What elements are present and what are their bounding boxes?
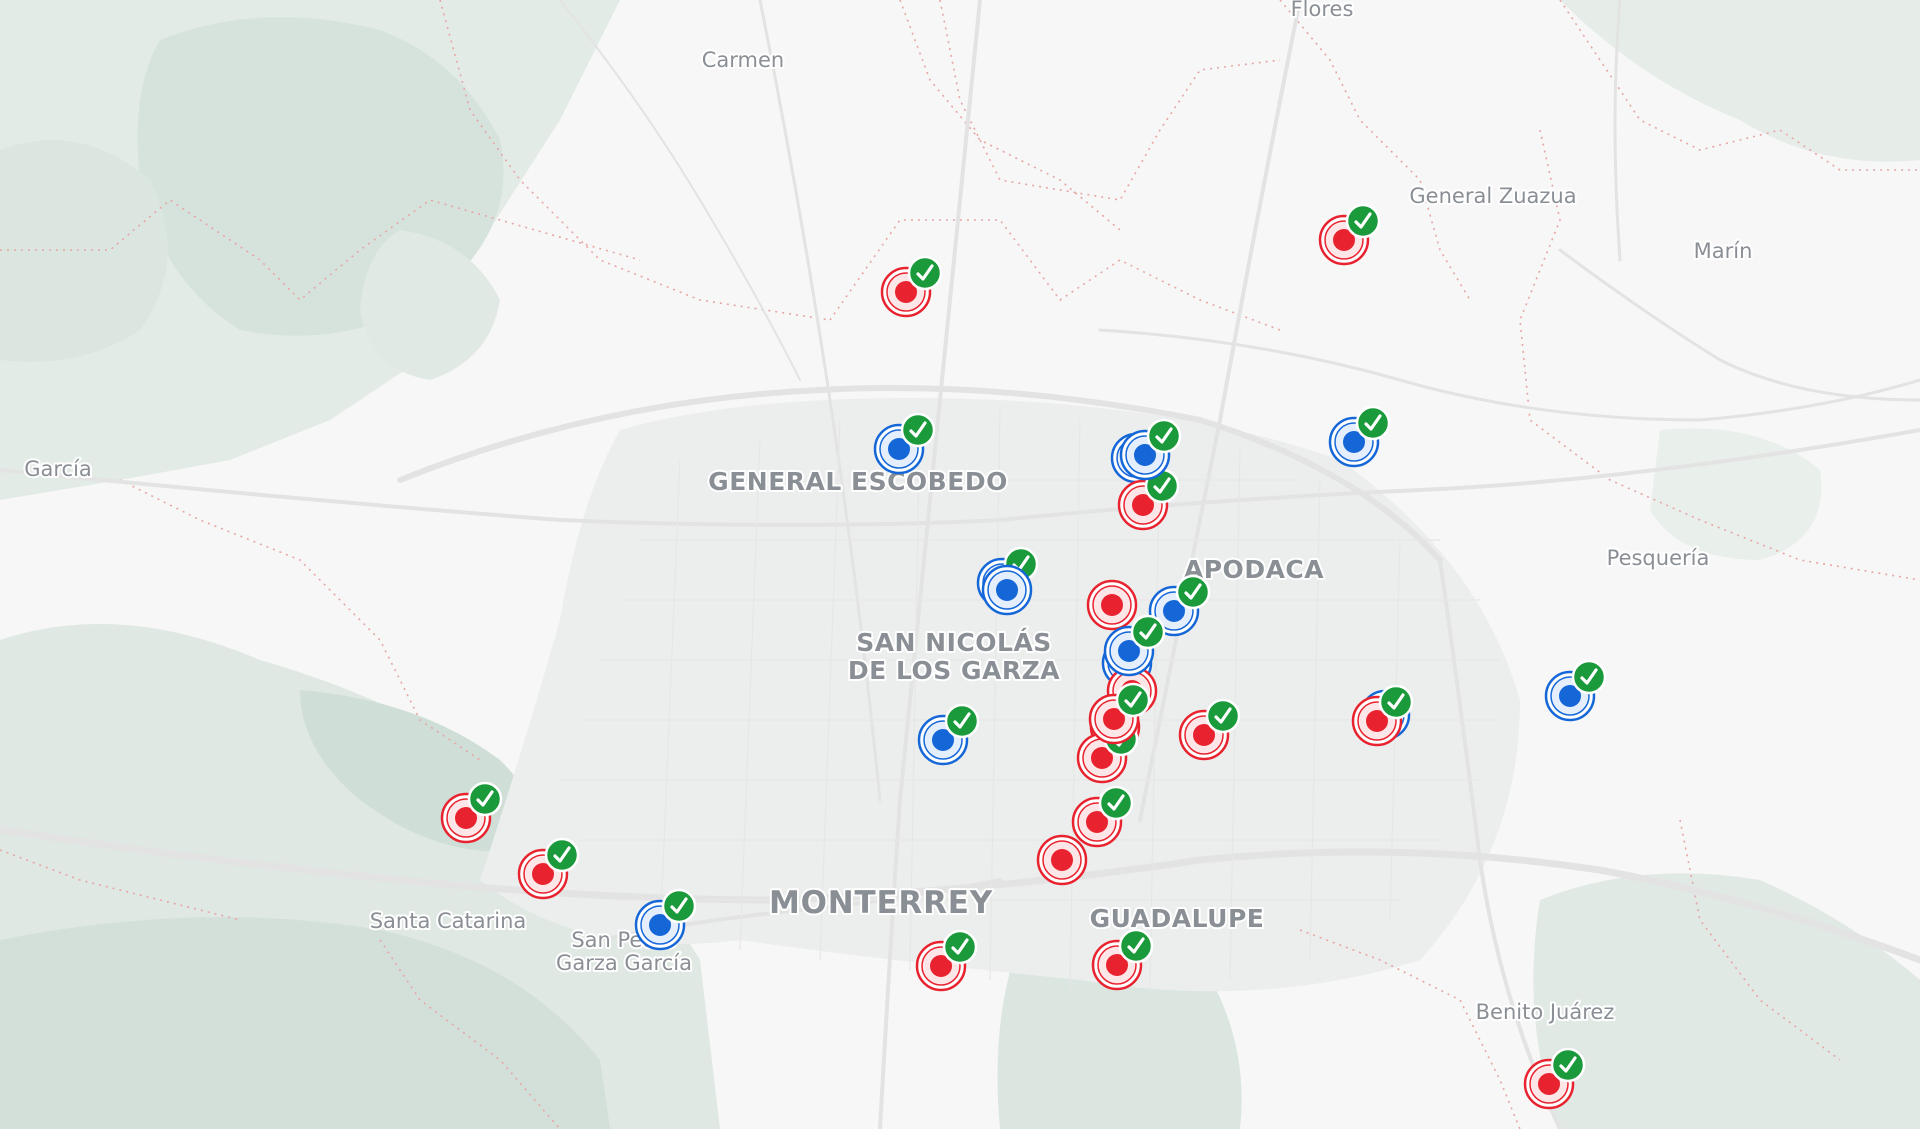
check-badge-icon [1355,405,1391,441]
check-badge-icon [1205,698,1241,734]
label-san-nicolas: SAN NICOLÁS [856,628,1052,657]
check-badge-icon [942,929,978,965]
check-badge-icon [1118,928,1154,964]
check-badge-icon [1115,682,1151,718]
check-badge-icon [467,781,503,817]
label-monterrey: MONTERREY [769,885,993,921]
check-badge-icon [1130,614,1166,650]
label-marin: Marín [1694,239,1753,263]
label-san-nicolas-2: DE LOS GARZA [848,656,1060,685]
check-badge-icon [1571,659,1607,695]
label-pesqueria: Pesquería [1607,546,1710,570]
red-location-marker[interactable] [1086,579,1138,631]
label-general-zuazua: General Zuazua [1409,184,1576,208]
blue-location-marker[interactable] [981,564,1033,616]
check-badge-icon [900,412,936,448]
label-santa-catarina: Santa Catarina [370,909,527,933]
label-flores: Flores [1291,0,1354,21]
check-badge-icon [1098,785,1134,821]
check-badge-icon [907,255,943,291]
red-location-marker[interactable] [1036,834,1088,886]
check-badge-icon [1550,1047,1586,1083]
map-canvas[interactable]: Carmen Flores General Zuazua Marín Garcí… [0,0,1920,1129]
check-badge-icon [1378,684,1414,720]
marker-dot [996,579,1018,601]
check-badge-icon [944,703,980,739]
check-badge-icon [1175,574,1211,610]
label-benito-juarez: Benito Juárez [1476,1000,1615,1024]
label-general-escobedo: GENERAL ESCOBEDO [708,467,1008,496]
check-badge-icon [1146,418,1182,454]
label-san-pedro-2: Garza García [556,951,692,975]
check-badge-icon [661,888,697,924]
marker-dot [1051,849,1073,871]
check-badge-icon [544,837,580,873]
label-garcia: García [24,457,92,481]
check-badge-icon [1345,203,1381,239]
marker-dot [1101,594,1123,616]
label-carmen: Carmen [702,48,784,72]
label-guadalupe: GUADALUPE [1090,904,1265,933]
